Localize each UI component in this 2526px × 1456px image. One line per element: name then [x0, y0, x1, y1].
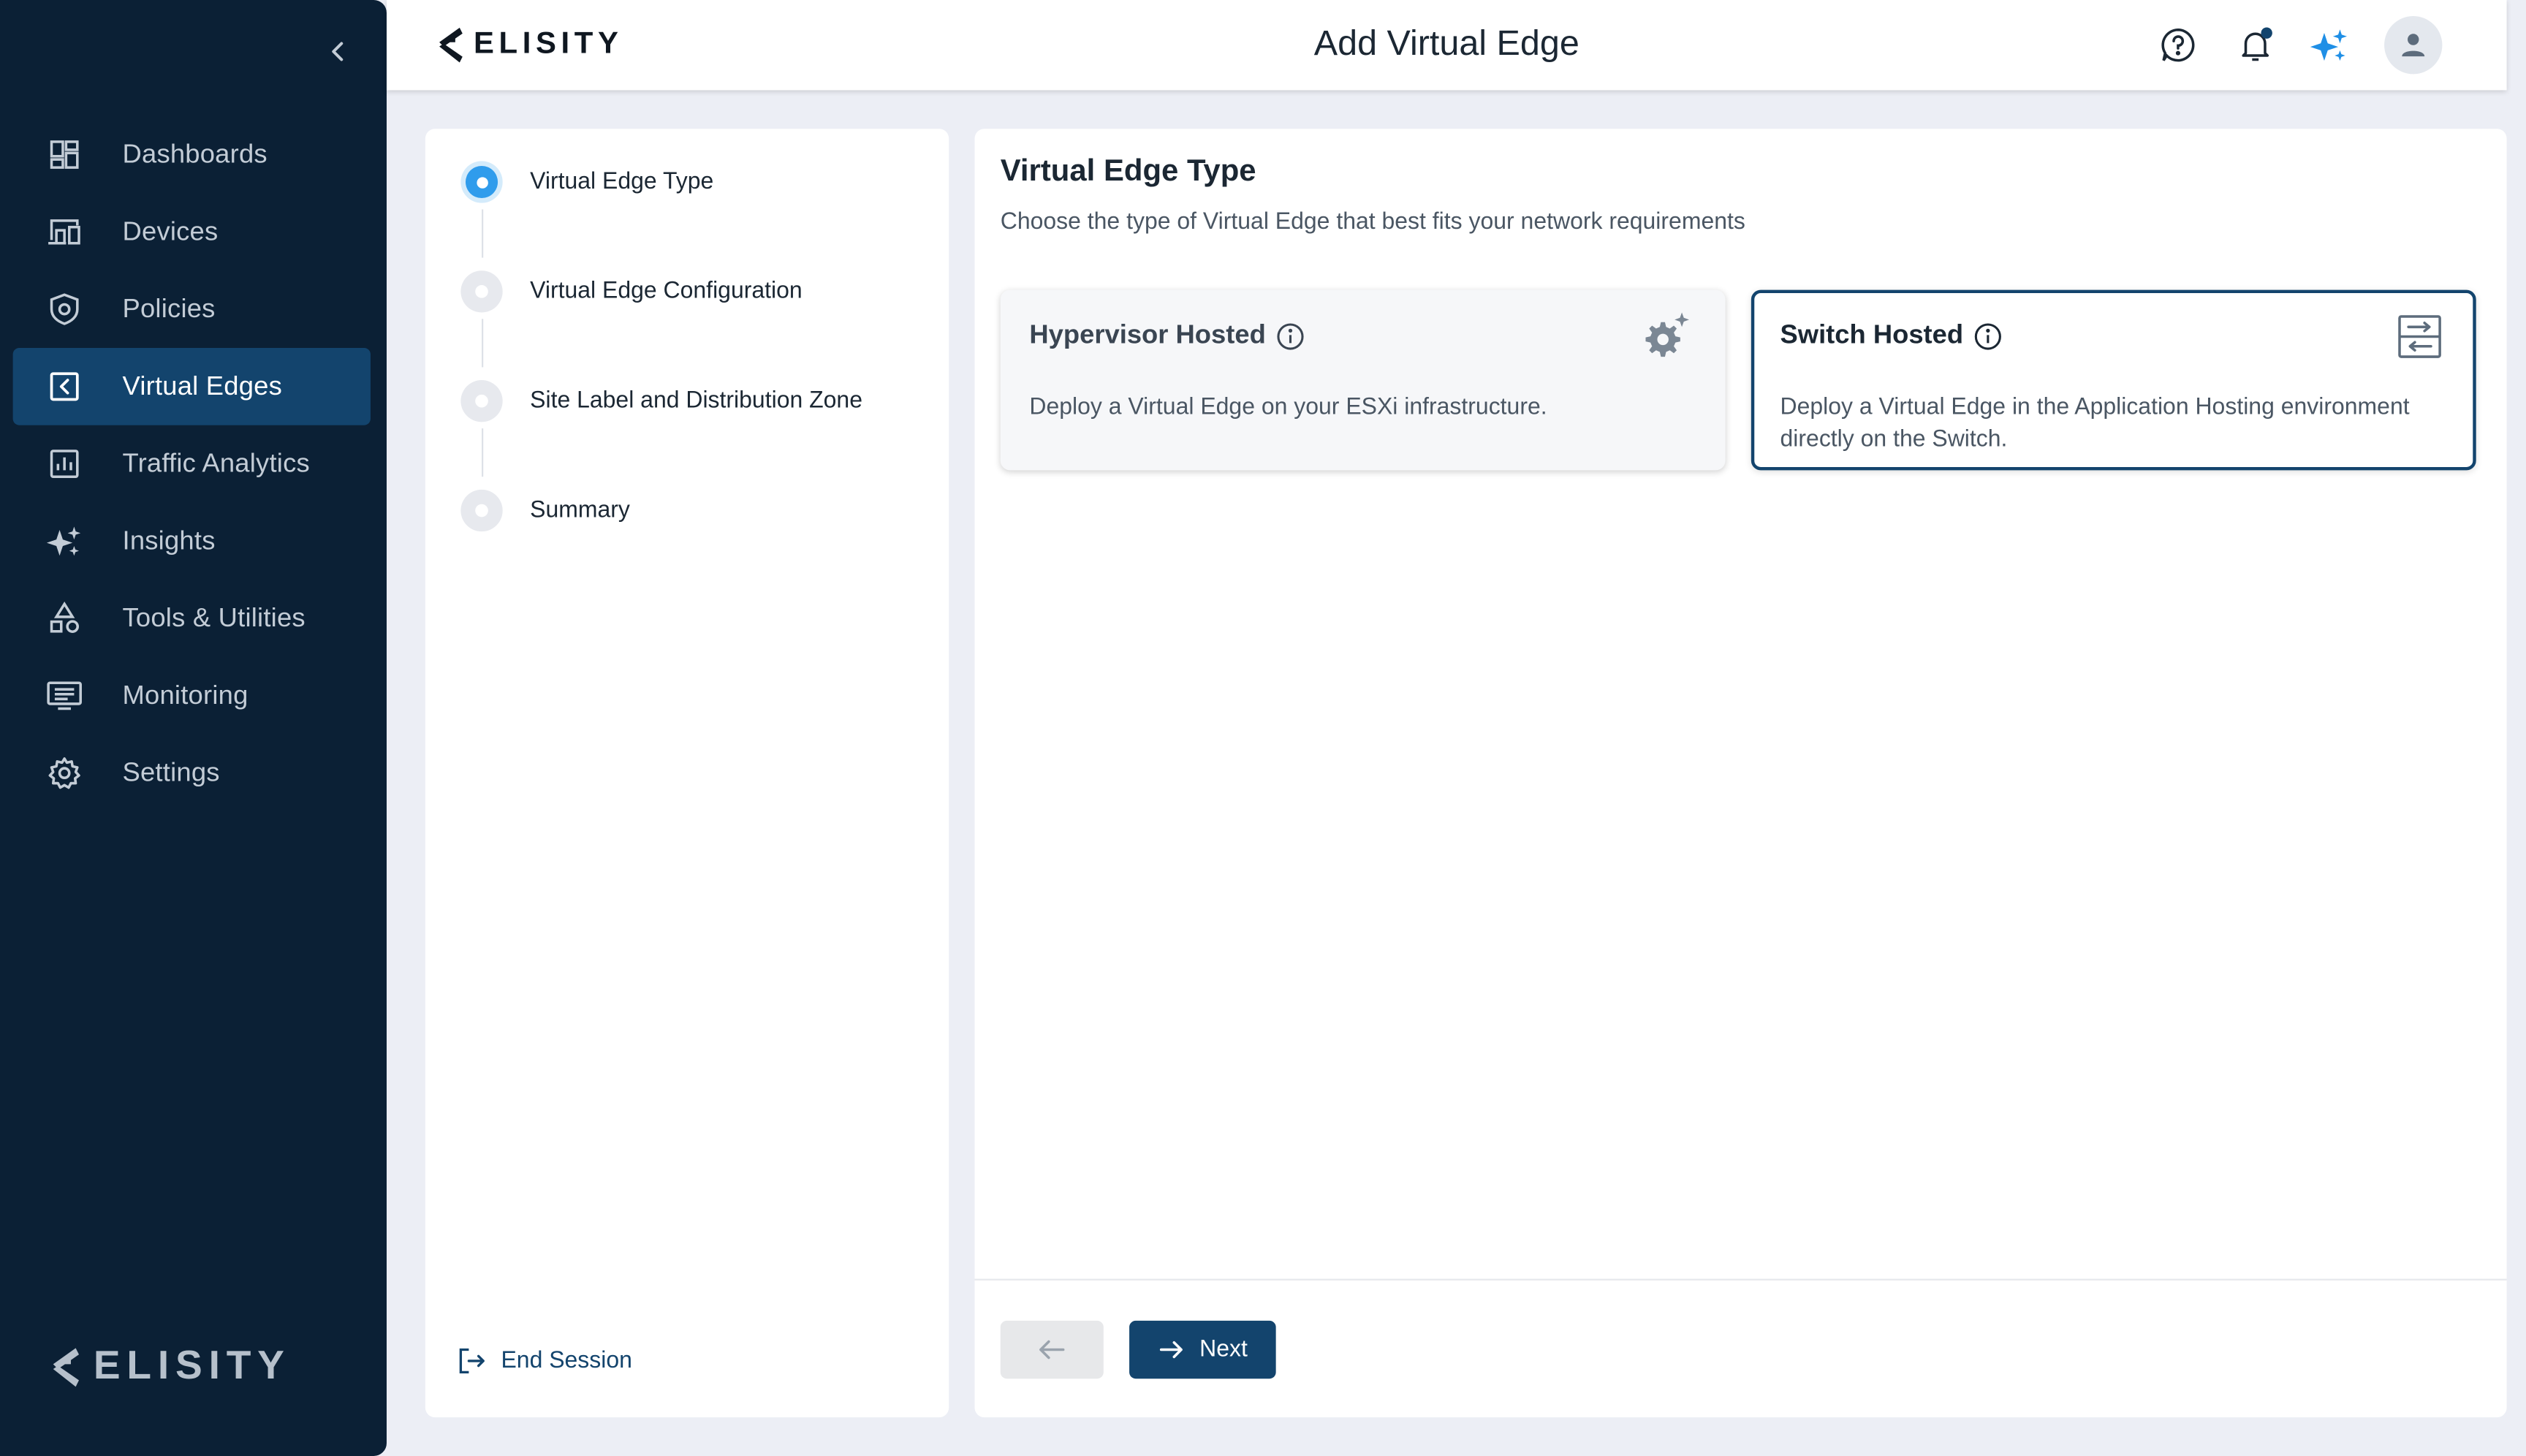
ai-assistant-button[interactable]: [2307, 23, 2352, 68]
shield-icon: [45, 290, 84, 329]
section-subtitle: Choose the type of Virtual Edge that bes…: [1000, 209, 1745, 235]
card-description: Deploy a Virtual Edge on your ESXi infra…: [1029, 394, 1547, 421]
help-icon: [2161, 29, 2195, 62]
card-title-text: Hypervisor Hosted: [1029, 320, 1266, 350]
card-title-text: Switch Hosted: [1780, 320, 1964, 350]
sparkle-icon: [45, 522, 84, 561]
sidebar-item-traffic-analytics[interactable]: Traffic Analytics: [13, 425, 371, 503]
sidebar-item-label: Policies: [122, 294, 216, 323]
stepper-panel: Virtual Edge Type Virtual Edge Configura…: [425, 129, 949, 1418]
step-label: Virtual Edge Type: [530, 169, 714, 195]
sidebar-item-virtual-edges[interactable]: Virtual Edges: [12, 347, 371, 425]
chevron-left-icon: [332, 42, 344, 61]
arrow-right-icon: [1158, 1341, 1182, 1359]
sidebar-logo: ELISITY: [48, 1343, 291, 1390]
step-site-label-distribution-zone[interactable]: Site Label and Distribution Zone: [460, 380, 862, 422]
bell-icon: [2242, 27, 2272, 61]
sidebar-item-label: Traffic Analytics: [122, 448, 310, 478]
next-button[interactable]: Next: [1129, 1320, 1276, 1379]
app-root: Dashboards Devices Policies Virtual Edge…: [0, 0, 2526, 1456]
sidebar-nav: Dashboards Devices Policies Virtual Edge…: [12, 116, 371, 812]
arrow-left-icon: [1039, 1340, 1065, 1360]
logout-icon: [459, 1348, 485, 1374]
step-label: Virtual Edge Configuration: [530, 278, 803, 305]
step-label: Site Label and Distribution Zone: [530, 388, 862, 414]
elisity-logo-icon: [53, 1347, 80, 1387]
sidebar-item-settings[interactable]: Settings: [13, 735, 371, 812]
next-button-label: Next: [1199, 1336, 1248, 1363]
gear-sparkle-icon: [1639, 309, 1694, 364]
sparkle-icon: [2310, 29, 2348, 61]
step-summary[interactable]: Summary: [460, 489, 630, 532]
info-icon[interactable]: [1275, 322, 1305, 351]
step-indicator: [460, 380, 503, 422]
user-avatar[interactable]: [2384, 16, 2443, 75]
bar-chart-icon: [45, 444, 84, 483]
end-session-label: End Session: [501, 1348, 632, 1374]
card-title: Hypervisor Hosted: [1029, 320, 1304, 351]
back-button[interactable]: [1000, 1320, 1104, 1379]
sidebar-item-tools-utilities[interactable]: Tools & Utilities: [13, 580, 371, 657]
step-label: Summary: [530, 497, 630, 524]
step-connector: [480, 319, 484, 368]
sidebar-item-label: Tools & Utilities: [122, 603, 306, 632]
card-description: Deploy a Virtual Edge in the Application…: [1780, 394, 2410, 453]
collapse-sidebar-button[interactable]: [319, 32, 357, 71]
info-icon[interactable]: [1973, 322, 2002, 351]
sidebar: Dashboards Devices Policies Virtual Edge…: [0, 0, 387, 1456]
section-title: Virtual Edge Type: [1000, 154, 1256, 189]
shapes-icon: [45, 599, 84, 638]
sidebar-item-policies[interactable]: Policies: [13, 270, 371, 348]
sidebar-item-label: Devices: [122, 216, 219, 246]
virtual-edge-icon: [45, 367, 84, 406]
switch-icon: [2392, 309, 2447, 364]
gear-icon: [45, 754, 84, 792]
end-session-button[interactable]: End Session: [458, 1346, 632, 1376]
sidebar-item-label: Dashboards: [122, 139, 268, 169]
step-indicator: [460, 270, 503, 313]
step-virtual-edge-type[interactable]: Virtual Edge Type: [460, 161, 714, 203]
sidebar-item-label: Virtual Edges: [122, 371, 283, 401]
step-connector: [480, 209, 484, 258]
sidebar-logo-text: ELISITY: [93, 1343, 291, 1389]
help-button[interactable]: [2155, 23, 2201, 68]
sidebar-item-label: Insights: [122, 526, 216, 556]
step-connector: [480, 428, 484, 477]
sidebar-item-devices[interactable]: Devices: [13, 193, 371, 270]
sidebar-item-label: Settings: [122, 757, 220, 787]
hypervisor-hosted-card[interactable]: Hypervisor Hosted Deploy a Virtual Edge …: [1000, 289, 1726, 471]
sidebar-item-monitoring[interactable]: Monitoring: [13, 657, 371, 735]
top-header: ELISITY Add Virtual Edge: [386, 0, 2507, 91]
footer-divider: [974, 1278, 2507, 1281]
user-icon: [2402, 34, 2425, 57]
monitor-icon: [45, 676, 84, 715]
step-indicator-active: [460, 161, 503, 203]
sidebar-item-label: Monitoring: [122, 680, 249, 710]
step-virtual-edge-configuration[interactable]: Virtual Edge Configuration: [460, 270, 803, 313]
devices-icon: [45, 213, 84, 251]
content-panel: Virtual Edge Type Choose the type of Vir…: [974, 129, 2507, 1418]
step-indicator: [460, 489, 503, 532]
notifications-button[interactable]: [2233, 23, 2278, 68]
card-title: Switch Hosted: [1780, 320, 2002, 351]
switch-hosted-card[interactable]: Switch Hosted Deploy a Virtual Edge in t…: [1751, 289, 2476, 471]
sidebar-item-insights[interactable]: Insights: [13, 502, 371, 580]
sidebar-item-dashboards[interactable]: Dashboards: [13, 116, 371, 194]
dashboard-icon: [45, 135, 84, 174]
